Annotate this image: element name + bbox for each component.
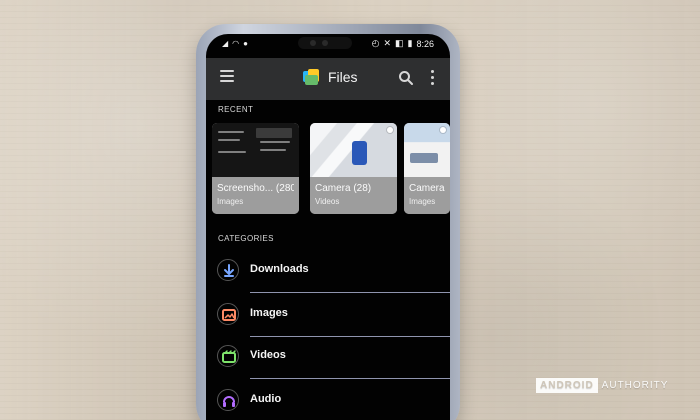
- recent-item-subtitle: Images: [217, 197, 244, 206]
- category-downloads[interactable]: Downloads: [206, 252, 450, 293]
- app-title: Files: [328, 69, 358, 85]
- recent-section-label: RECENT: [218, 105, 254, 114]
- more-dot: [431, 82, 434, 85]
- menu-icon[interactable]: [220, 70, 234, 82]
- video-icon: [222, 350, 236, 363]
- audio-icon-wrap: [217, 389, 239, 411]
- location-icon: ●: [243, 39, 248, 48]
- recent-item-screenshots[interactable]: Screensho... (280) Images: [212, 123, 299, 214]
- menu-line: [220, 70, 234, 72]
- search-icon[interactable]: [398, 70, 414, 86]
- status-right-icons: ◴ ✕ ◧ ▮ 8:26: [372, 38, 434, 49]
- category-audio[interactable]: Audio: [206, 382, 450, 420]
- category-divider: [250, 336, 450, 337]
- recent-item-camera-images[interactable]: Camera ( Images: [404, 123, 450, 214]
- category-images[interactable]: Images: [206, 296, 450, 337]
- audio-icon: [223, 396, 235, 407]
- thumbnail-detail: [410, 153, 438, 163]
- signal-icon: ◢: [222, 39, 229, 48]
- category-label: Downloads: [250, 263, 309, 275]
- category-divider: [250, 378, 450, 379]
- menu-line: [220, 75, 234, 77]
- status-bar: ◢ ◠ ● ◴ ✕ ◧ ▮ 8:26: [206, 34, 450, 56]
- recent-item-info: Camera (28) Videos: [310, 177, 397, 214]
- more-dot: [431, 76, 434, 79]
- top-app-bar: Files: [206, 58, 450, 100]
- recent-item-title: Camera (: [409, 183, 445, 194]
- thumb-line: [218, 139, 240, 141]
- watermark-right: AUTHORITY: [601, 379, 669, 391]
- thumb-line: [218, 131, 244, 133]
- sensor-dot: [322, 40, 328, 46]
- network-icon: ◧: [395, 38, 404, 48]
- recent-item-info: Camera ( Images: [404, 177, 450, 214]
- video-badge-icon: [387, 127, 393, 133]
- vibrate-icon: ✕: [383, 38, 391, 48]
- camera-thumbnail: [404, 123, 450, 177]
- recent-item-camera-videos[interactable]: Camera (28) Videos: [310, 123, 397, 214]
- watermark-left: ANDROID: [536, 377, 598, 393]
- camera-notch: [298, 37, 352, 49]
- category-label: Videos: [250, 349, 286, 361]
- image-badge-icon: [440, 127, 446, 133]
- camera-thumbnail: [310, 123, 397, 177]
- thumb-line: [218, 151, 246, 153]
- more-dot: [431, 70, 434, 73]
- phone-screen: ◢ ◠ ● ◴ ✕ ◧ ▮ 8:26 Files RECENT Screensh…: [206, 34, 450, 420]
- thumbnail-detail: [352, 141, 367, 165]
- wifi-icon: ◠: [232, 39, 240, 48]
- battery-icon: ▮: [407, 38, 413, 48]
- recent-list: Screensho... (280) Images Camera (28) Vi…: [212, 123, 450, 217]
- downloads-icon-wrap: [217, 259, 239, 281]
- more-options-icon[interactable]: [431, 70, 435, 86]
- thumb-panel: [256, 128, 292, 138]
- recent-item-subtitle: Images: [409, 197, 436, 206]
- recent-item-subtitle: Videos: [315, 197, 340, 206]
- thumb-line: [260, 149, 286, 151]
- screenshot-thumbnail: [212, 123, 299, 177]
- image-icon: [222, 309, 236, 321]
- videos-icon-wrap: [217, 345, 239, 367]
- category-label: Audio: [250, 393, 282, 405]
- recent-item-title: Screensho... (280): [217, 183, 294, 194]
- categories-section-label: CATEGORIES: [218, 234, 274, 243]
- alarm-icon: ◴: [371, 38, 380, 48]
- watermark: ANDROID AUTHORITY: [536, 376, 668, 394]
- category-videos[interactable]: Videos: [206, 338, 450, 379]
- download-icon: [224, 264, 234, 277]
- recent-item-info: Screensho... (280) Images: [212, 177, 299, 214]
- camera-dot: [310, 40, 316, 46]
- clock-time: 8:26: [416, 38, 434, 49]
- thumb-line: [260, 141, 290, 143]
- images-icon-wrap: [217, 303, 239, 325]
- category-divider: [250, 292, 450, 293]
- recent-item-title: Camera (28): [315, 183, 372, 194]
- files-logo-icon: [303, 69, 319, 85]
- status-left-icons: ◢ ◠ ●: [222, 39, 248, 48]
- category-label: Images: [250, 307, 288, 319]
- menu-line: [220, 80, 234, 82]
